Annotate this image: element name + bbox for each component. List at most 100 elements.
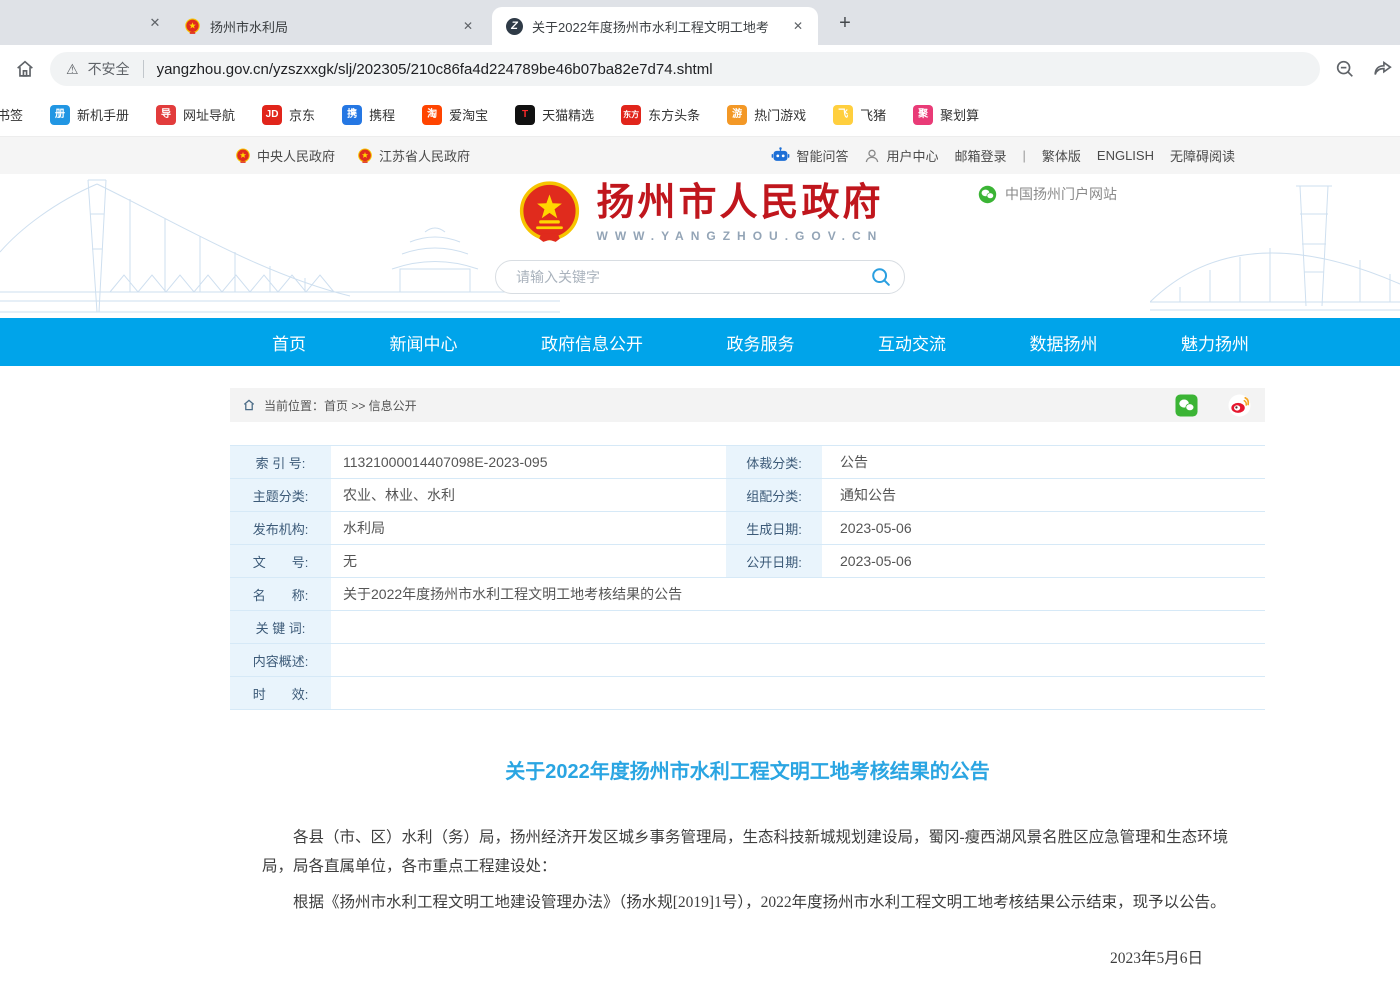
zoom-out-icon[interactable] [1332, 56, 1358, 82]
tab-yangzhou-water-bureau[interactable]: 扬州市水利局 ✕ [170, 7, 488, 45]
article-body: 各县（市、区）水利（务）局，扬州经济开发区城乡事务管理局，生态科技新城规划建设局… [230, 824, 1265, 997]
user-center-link[interactable]: 用户中心 [864, 146, 938, 165]
bookmark-label: 新机手册 [77, 105, 129, 124]
link-jiangsu-government[interactable]: 江苏省人民政府 [357, 146, 470, 165]
meta-value: 农业、林业、水利 [335, 479, 726, 511]
gov-emblem-favicon [184, 18, 201, 35]
gov-top-bar: 中央人民政府 江苏省人民政府 智能问答 用户中 [0, 137, 1400, 174]
meta-label: 名 称: [230, 578, 335, 610]
table-row: 索 引 号: 11321000014407098E-2023-095 体裁分类:… [230, 446, 1265, 479]
table-row: 名 称: 关于2022年度扬州市水利工程文明工地考核结果的公告 [230, 578, 1265, 611]
wechat-icon [978, 185, 997, 204]
url-omnibox[interactable]: ⚠ 不安全 yangzhou.gov.cn/yzszxxgk/slj/20230… [50, 52, 1320, 86]
bookmark-label: 京东 [289, 105, 315, 124]
bookmark-ctrip[interactable]: 携 携程 [342, 105, 395, 125]
portal-caption[interactable]: 中国扬州门户网站 [978, 184, 1117, 204]
bookmark-new-device-manual[interactable]: 册 新机手册 [50, 105, 129, 125]
meta-value: 公告 [826, 446, 1265, 478]
bookmark-site-navigation[interactable]: 导 网址导航 [156, 105, 235, 125]
gov-emblem-icon [357, 148, 373, 164]
robot-icon [771, 147, 790, 164]
taobao-icon: 淘 [422, 105, 442, 125]
meta-label: 发布机构: [230, 512, 335, 544]
meta-value: 11321000014407098E-2023-095 [335, 446, 726, 478]
bookmarks-bar: 机书签 册 新机手册 导 网址导航 JD 京东 携 携程 淘 爱淘宝 T 天猫精… [0, 93, 1400, 137]
meta-value: 水利局 [335, 512, 726, 544]
nav-home[interactable]: 首页 [272, 330, 306, 355]
breadcrumb-home-icon [242, 398, 256, 412]
nav-gov-services[interactable]: 政务服务 [727, 330, 795, 355]
article-date: 2023年5月6日 [262, 945, 1233, 974]
accessibility-link[interactable]: 无障碍阅读 [1170, 146, 1235, 165]
search-icon[interactable] [870, 266, 892, 288]
link-label: 中央人民政府 [257, 146, 335, 165]
bookmark-label: 网址导航 [183, 105, 235, 124]
article-paragraph: 根据《扬州市水利工程文明工地建设管理办法》（扬水规[2019]1号），2022年… [262, 889, 1233, 918]
bookmark-mobile-bookmarks[interactable]: 机书签 [0, 105, 23, 124]
breadcrumb[interactable]: 当前位置：首页 >> 信息公开 [264, 397, 417, 414]
games-icon: 游 [727, 105, 747, 125]
meta-value [335, 644, 1265, 676]
new-tab-button[interactable]: + [832, 10, 858, 36]
tab-title: 关于2022年度扬州市水利工程文明工地考 [532, 17, 788, 36]
meta-value: 2023-05-06 [826, 545, 1265, 577]
wechat-share-icon[interactable] [1175, 394, 1198, 417]
link-central-government[interactable]: 中央人民政府 [235, 146, 335, 165]
tab1-close-icon[interactable]: ✕ [144, 12, 166, 34]
bridge-artwork-right [1150, 174, 1400, 318]
site-name: 扬州市人民政府 [596, 183, 883, 225]
meta-label: 内容概述: [230, 644, 335, 676]
portal-caption-label: 中国扬州门户网站 [1005, 184, 1117, 204]
bookmark-fliggy[interactable]: 飞 飞猪 [833, 105, 886, 125]
bookmark-juhuasuan[interactable]: 聚 聚划算 [913, 105, 979, 125]
weibo-share-icon[interactable] [1228, 394, 1251, 417]
bookmark-hot-games[interactable]: 游 热门游戏 [727, 105, 806, 125]
jd-icon: JD [262, 105, 282, 125]
nav-info-disclosure[interactable]: 政府信息公开 [541, 330, 643, 355]
nav-charming-yangzhou[interactable]: 魅力扬州 [1181, 330, 1249, 355]
nav-news-center[interactable]: 新闻中心 [390, 330, 458, 355]
ctrip-icon: 携 [342, 105, 362, 125]
nav-interaction[interactable]: 互动交流 [878, 330, 946, 355]
tab-active-announcement[interactable]: Z 关于2022年度扬州市水利工程文明工地考 ✕ [492, 7, 818, 45]
traditional-chinese-link[interactable]: 繁体版 [1042, 146, 1081, 165]
bookmark-label: 热门游戏 [754, 105, 806, 124]
meta-label: 体裁分类: [726, 446, 826, 478]
link-label: 用户中心 [886, 146, 938, 165]
meta-value: 无 [335, 545, 726, 577]
meta-label: 组配分类: [726, 479, 826, 511]
home-icon[interactable] [12, 56, 38, 82]
address-bar: ⚠ 不安全 yangzhou.gov.cn/yzszxxgk/slj/20230… [0, 45, 1400, 93]
bookmark-tmall[interactable]: T 天猫精选 [515, 105, 594, 125]
bridge-artwork-left [0, 174, 560, 318]
eastday-icon: 东方 [621, 105, 641, 125]
table-row: 发布机构: 水利局 生成日期: 2023-05-06 [230, 512, 1265, 545]
manual-icon: 册 [50, 105, 70, 125]
juhuasuan-icon: 聚 [913, 105, 933, 125]
bookmark-eastday[interactable]: 东方 东方头条 [621, 105, 700, 125]
link-label: 江苏省人民政府 [379, 146, 470, 165]
tab2-close-icon[interactable]: ✕ [458, 16, 478, 36]
english-link[interactable]: ENGLISH [1097, 148, 1154, 163]
search-input[interactable] [516, 269, 870, 285]
share-icon[interactable] [1370, 56, 1396, 82]
mail-login-link[interactable]: 邮箱登录 [954, 146, 1006, 165]
meta-label: 生成日期: [726, 512, 826, 544]
url-text[interactable]: yangzhou.gov.cn/yzszxxgk/slj/202305/210c… [157, 61, 713, 78]
meta-value: 2023-05-06 [826, 512, 1265, 544]
meta-label: 时 效: [230, 677, 335, 709]
nav-data-yangzhou[interactable]: 数据扬州 [1030, 330, 1098, 355]
bookmark-aitaobao[interactable]: 淘 爱淘宝 [422, 105, 488, 125]
smart-qa-link[interactable]: 智能问答 [771, 146, 848, 165]
table-row: 主题分类: 农业、林业、水利 组配分类: 通知公告 [230, 479, 1265, 512]
meta-label: 文 号: [230, 545, 335, 577]
active-tab-close-icon[interactable]: ✕ [788, 16, 808, 36]
bookmark-jd[interactable]: JD 京东 [262, 105, 315, 125]
topbar-divider: | [1023, 148, 1026, 163]
content-container: 当前位置：首页 >> 信息公开 索 引 号: 11321000014407098… [230, 388, 1265, 997]
security-label[interactable]: 不安全 [88, 59, 130, 79]
meta-value: 关于2022年度扬州市水利工程文明工地考核结果的公告 [335, 578, 1265, 610]
bookmark-label: 飞猪 [860, 105, 886, 124]
bookmark-label: 聚划算 [940, 105, 979, 124]
bookmark-label: 天猫精选 [542, 105, 594, 124]
